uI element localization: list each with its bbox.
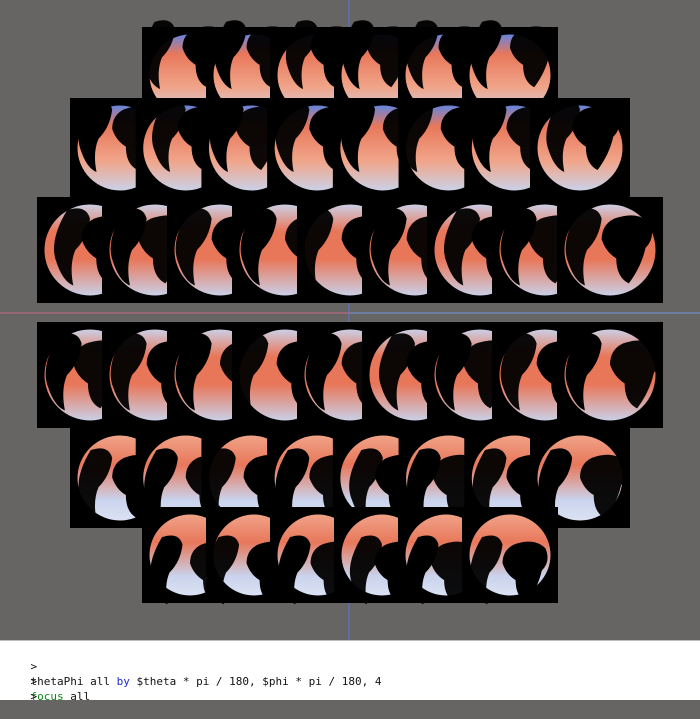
globe-thumbnail[interactable] bbox=[530, 98, 630, 198]
console-text: thetaPhi all bbox=[30, 675, 117, 688]
console-prompt: > bbox=[30, 690, 38, 703]
console-prompt: > bbox=[30, 660, 38, 673]
console-prompt: > bbox=[30, 675, 38, 688]
globe-thumbnail[interactable] bbox=[557, 322, 663, 428]
command-console[interactable]: > thetaPhi all by $theta * pi / 180, $ph… bbox=[0, 640, 700, 703]
console-line: > thetaPhi all by $theta * pi / 180, $ph… bbox=[0, 644, 700, 688]
console-line: > focus all bbox=[0, 659, 700, 703]
console-text: $theta * pi / 180, $phi * pi / 180, 4 bbox=[129, 675, 382, 688]
globe-grid[interactable] bbox=[0, 0, 700, 640]
console-keyword-by: by bbox=[116, 675, 130, 688]
3d-viewport[interactable] bbox=[0, 0, 700, 640]
globe-thumbnail[interactable] bbox=[462, 507, 558, 605]
console-text: all bbox=[63, 690, 91, 703]
globe-thumbnail[interactable] bbox=[557, 197, 663, 303]
